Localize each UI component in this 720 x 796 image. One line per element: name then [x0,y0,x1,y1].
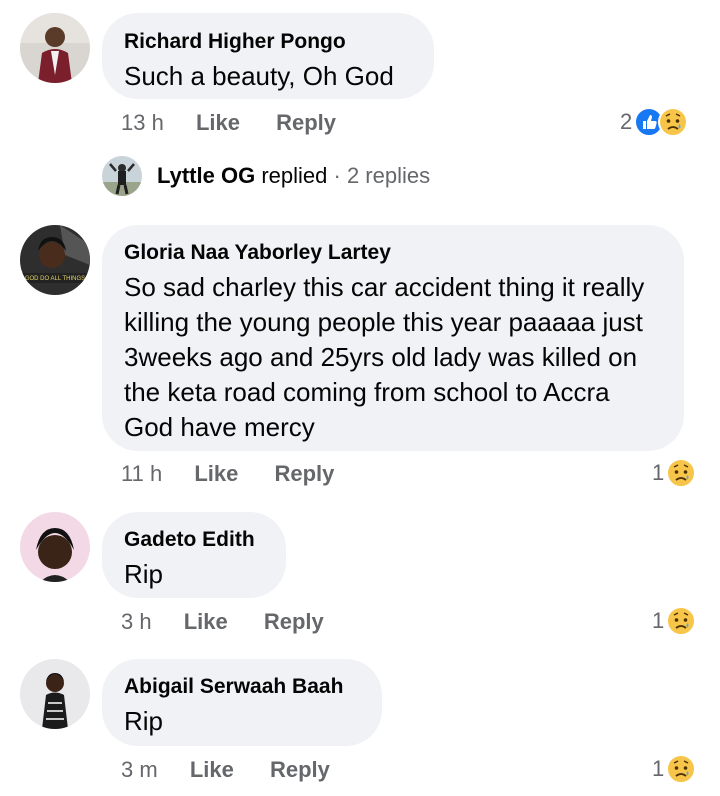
avatar[interactable] [20,659,90,729]
comment-time[interactable]: 13 h [121,110,164,136]
comment-actions: 13 h Like Reply [121,110,336,136]
reply-count: 2 replies [346,163,431,188]
comment-text: Rip [124,706,164,736]
comment-time[interactable]: 3 m [121,757,158,783]
like-button[interactable]: Like [184,609,228,635]
comment-bubble: Gloria Naa Yaborley Lartey So sad charle… [102,225,684,451]
like-button[interactable]: Like [194,461,238,487]
avatar[interactable] [102,156,142,196]
comment-actions: 3 m Like Reply [121,757,330,783]
reaction-summary[interactable]: 1 [652,457,697,489]
avatar[interactable] [20,13,90,83]
avatar[interactable]: GOD DO ALL THINGS [20,225,90,295]
avatar[interactable] [20,512,90,582]
comment-text: Such a beauty, Oh God [124,61,394,91]
reaction-summary[interactable]: 1 [652,753,697,785]
reply-action: replied [261,163,328,188]
reaction-count: 2 [620,109,633,134]
like-button[interactable]: Like [196,110,240,136]
sad-icon [666,754,697,784]
comment-bubble: Abigail Serwaah Baah Rip [102,659,382,746]
reply-button[interactable]: Reply [274,461,334,487]
reaction-summary[interactable]: 2 [620,106,689,138]
comment-author[interactable]: Gloria Naa Yaborley Lartey [124,240,662,266]
sad-icon [666,606,697,636]
comment-actions: 11 h Like Reply [121,461,334,487]
comment-time[interactable]: 3 h [121,609,152,635]
reaction-count: 1 [652,608,665,633]
reaction-count: 1 [652,460,665,485]
reply-button[interactable]: Reply [264,609,324,635]
comment-bubble: Richard Higher Pongo Such a beauty, Oh G… [102,13,434,99]
reply-author: Lyttle OG [157,163,256,188]
comment-author[interactable]: Richard Higher Pongo [124,29,412,55]
reply-button[interactable]: Reply [276,110,336,136]
comment-author[interactable]: Abigail Serwaah Baah [124,674,360,700]
reaction-summary[interactable]: 1 [652,605,697,637]
reply-button[interactable]: Reply [270,757,330,783]
comment-text: So sad charley this car accident thing i… [124,272,645,442]
comment-text: Rip [124,559,164,589]
comment-bubble: Gadeto Edith Rip [102,512,286,598]
svg-text:GOD DO ALL THINGS: GOD DO ALL THINGS [25,276,85,282]
sad-icon [666,458,697,488]
comment-author[interactable]: Gadeto Edith [124,527,264,553]
reaction-count: 1 [652,756,665,781]
comment-time[interactable]: 11 h [121,461,162,487]
like-button[interactable]: Like [190,757,234,783]
comment-actions: 3 h Like Reply [121,609,324,635]
view-replies-link[interactable]: Lyttle OG replied · 2 replies [157,163,430,189]
separator-dot: · [333,163,341,188]
sad-icon [658,107,689,137]
